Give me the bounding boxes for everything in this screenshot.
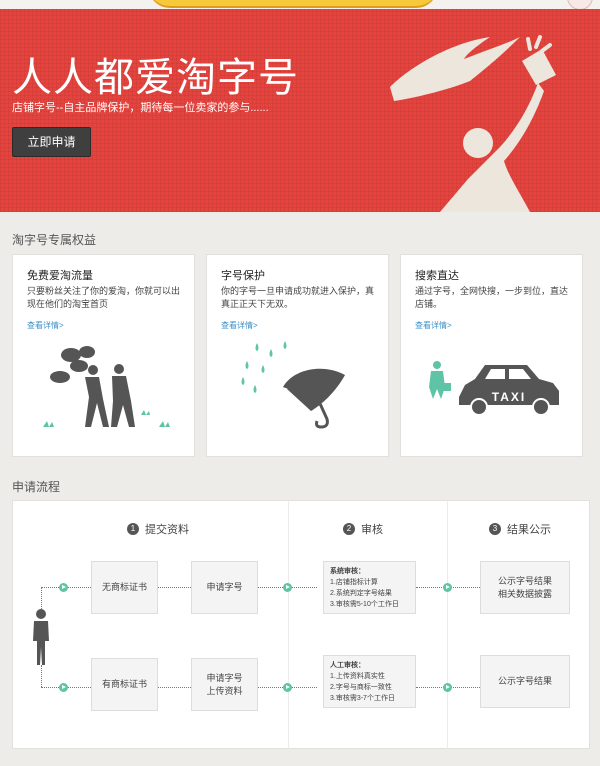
view-details-link[interactable]: 查看详情> — [27, 320, 64, 331]
step-label: 审核 — [361, 524, 383, 536]
top-banner-strip — [0, 0, 600, 9]
card-desc: 你的字号一旦申请成功就进入保护，真真正正天下无双。 — [221, 286, 375, 309]
hero-subtitle: 店铺字号--自主品牌保护，期待每一位卖家的参与...... — [12, 102, 269, 114]
step-review: 2 审核 — [343, 521, 383, 537]
card-desc: 只要粉丝关注了你的爱淘，你就可以出现在他们的淘宝首页 — [27, 286, 181, 309]
review-item: 2.系统判定字号结果 — [330, 590, 392, 597]
hero-title: 人人都爱淘字号 — [12, 55, 299, 101]
people-chatting-icon — [43, 346, 170, 427]
review-item: 1.店铺指标计算 — [330, 579, 378, 586]
promo-banner[interactable] — [148, 0, 438, 8]
box-label: 公示字号结果 — [497, 575, 552, 586]
arrow-icon — [283, 683, 292, 692]
box-label: 无商标证书 — [101, 582, 147, 592]
arrow-icon — [443, 583, 452, 592]
apply-upload-box: 申请字号 上传资料 — [191, 658, 258, 711]
card-title: 免费爱淘流量 — [27, 270, 93, 282]
step-submit: 1 提交资料 — [127, 521, 189, 537]
review-item: 1.上传资料真实性 — [330, 673, 385, 680]
benefit-card-search: 搜索直达 通过字号，全网快搜，一步到位，直达店铺。 查看详情> TAXI — [400, 254, 583, 457]
result-box: 公示字号结果 相关数据披露 — [480, 561, 570, 614]
step-label: 结果公示 — [507, 524, 551, 536]
umbrella-rain-icon — [241, 341, 345, 429]
step-number: 2 — [343, 523, 355, 535]
review-title: 人工审核： — [330, 662, 365, 669]
hero-banner: 人人都爱淘字号 店铺字号--自主品牌保护，期待每一位卖家的参与...... 立即… — [0, 9, 600, 212]
box-label: 公示字号结果 — [497, 676, 552, 686]
no-trademark-box: 无商标证书 — [91, 561, 158, 614]
system-review-box: 系统审核： 1.店铺指标计算 2.系统判定字号结果 3.审核需5-10个工作日 — [323, 561, 416, 614]
box-label: 申请字号 — [206, 582, 243, 592]
step-number: 1 — [127, 523, 139, 535]
view-details-link[interactable]: 查看详情> — [221, 320, 258, 331]
box-label: 有商标证书 — [101, 679, 147, 689]
box-label: 相关数据披露 — [497, 588, 552, 599]
step-result: 3 结果公示 — [489, 521, 551, 537]
review-title: 系统审核： — [330, 568, 365, 575]
taxi-label: TAXI — [492, 390, 526, 404]
step-number: 3 — [489, 523, 501, 535]
box-label: 上传资料 — [206, 685, 243, 696]
card-desc: 通过字号，全网快搜，一步到位，直达店铺。 — [415, 286, 569, 309]
step-label: 提交资料 — [145, 524, 189, 536]
has-trademark-box: 有商标证书 — [91, 658, 158, 711]
benefit-card-protection: 字号保护 你的字号一旦申请成功就进入保护，真真正正天下无双。 查看详情> — [206, 254, 389, 457]
apply-name-box: 申请字号 — [191, 561, 258, 614]
review-item: 3.审核需5-10个工作日 — [330, 601, 399, 608]
applicant-person-icon — [33, 609, 49, 665]
arrow-icon — [59, 683, 68, 692]
banner-badge — [567, 0, 593, 9]
view-details-link[interactable]: 查看详情> — [415, 320, 452, 331]
arrow-icon — [443, 683, 452, 692]
card-title: 字号保护 — [221, 270, 265, 282]
process-section-title: 申请流程 — [12, 480, 61, 494]
result-box: 公示字号结果 — [480, 655, 570, 708]
manual-review-box: 人工审核： 1.上传资料真实性 2.字号与商标一致性 3.审核需3-7个工作日 — [323, 655, 416, 708]
arrow-icon — [283, 583, 292, 592]
box-label: 申请字号 — [206, 672, 243, 683]
taxi-icon: TAXI — [429, 361, 559, 416]
column-divider — [288, 501, 289, 750]
benefit-card-traffic: 免费爱淘流量 只要粉丝关注了你的爱淘，你就可以出现在他们的淘宝首页 查看详情> — [12, 254, 195, 457]
column-divider — [447, 501, 448, 750]
arrow-icon — [59, 583, 68, 592]
review-item: 2.字号与商标一致性 — [330, 684, 392, 691]
benefits-section-title: 淘字号专属权益 — [12, 233, 97, 247]
review-item: 3.审核需3-7个工作日 — [330, 695, 395, 702]
apply-now-button[interactable]: 立即申请 — [12, 127, 91, 157]
figure-holding-sign-icon — [390, 35, 556, 212]
card-title: 搜索直达 — [415, 270, 459, 282]
process-panel: 1 提交资料 2 审核 3 结果公示 无商标证书 申请字号 系统审核： 1.店铺… — [12, 500, 590, 750]
